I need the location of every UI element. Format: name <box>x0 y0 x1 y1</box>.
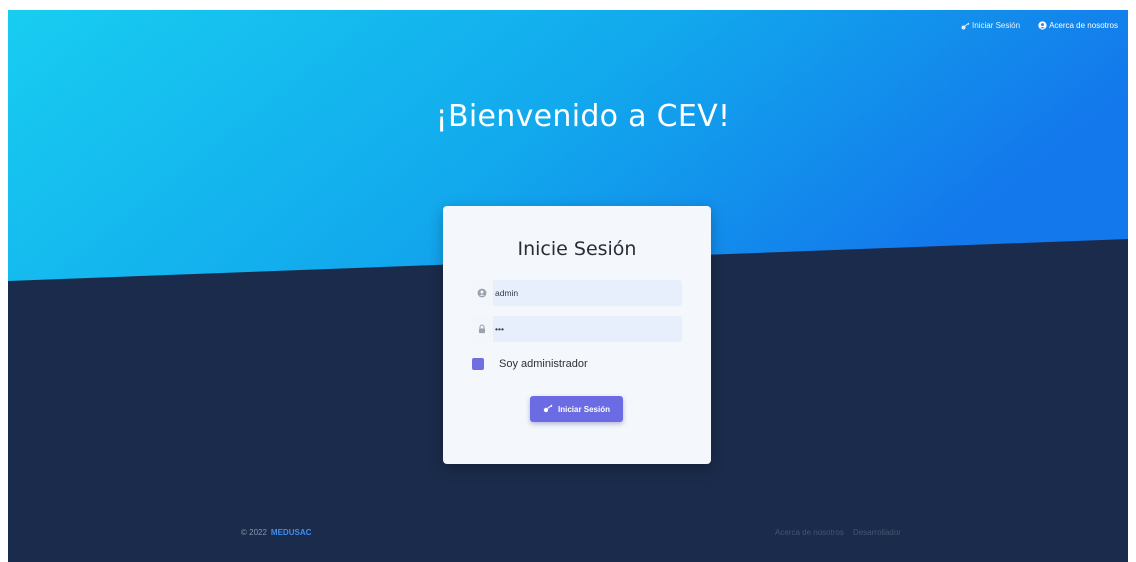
key-icon <box>961 22 970 30</box>
nav-login-link[interactable]: Iniciar Sesión <box>961 21 1020 30</box>
footer-links: Acerca de nosotros Desarrollador <box>775 528 901 537</box>
footer-link-about[interactable]: Acerca de nosotros <box>775 528 844 537</box>
admin-checkbox-label: Soy administrador <box>499 358 588 370</box>
nav-about-link[interactable]: Acerca de nosotros <box>1038 21 1118 30</box>
page-frame: Iniciar Sesión Acerca de nosotros ¡Bienv… <box>8 10 1128 562</box>
username-input[interactable] <box>493 281 675 305</box>
login-submit-label: Iniciar Sesión <box>557 404 611 414</box>
user-icon <box>471 280 493 306</box>
password-field <box>471 316 682 342</box>
login-card: Inicie Sesión Soy administrador Iniciar … <box>443 206 711 464</box>
lock-icon <box>471 316 493 342</box>
password-input[interactable] <box>493 317 675 341</box>
login-submit-button[interactable]: Iniciar Sesión <box>530 396 623 422</box>
footer-link-developer[interactable]: Desarrollador <box>853 528 901 537</box>
user-circle-icon <box>1038 21 1047 30</box>
admin-checkbox[interactable] <box>472 358 484 370</box>
admin-checkbox-row: Soy administrador <box>472 358 588 370</box>
footer-copyright: © 2022 MEDUSAC <box>241 528 311 537</box>
footer-brand-link[interactable]: MEDUSAC <box>271 528 311 537</box>
nav-login-label: Iniciar Sesión <box>972 21 1021 30</box>
page-title: ¡Bienvenido a CEV! <box>435 99 731 134</box>
top-nav: Iniciar Sesión Acerca de nosotros <box>961 21 1118 30</box>
key-icon <box>543 404 553 415</box>
copyright-text: © 2022 <box>241 528 267 537</box>
nav-about-label: Acerca de nosotros <box>1049 21 1118 30</box>
username-field <box>471 280 682 306</box>
login-card-title: Inicie Sesión <box>517 238 637 260</box>
